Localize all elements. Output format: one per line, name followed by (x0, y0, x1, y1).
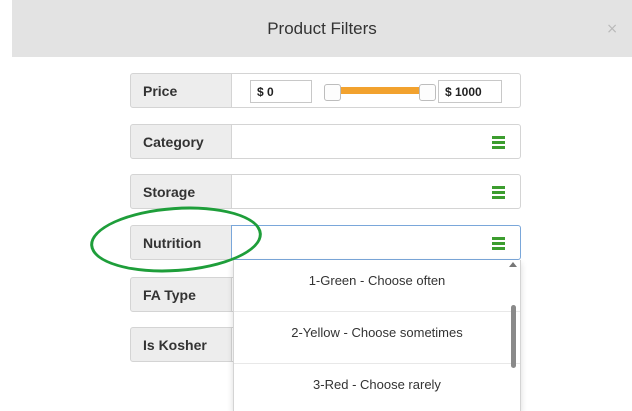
storage-label: Storage (130, 174, 232, 209)
dropdown-option-red[interactable]: 3-Red - Choose rarely (234, 364, 520, 411)
price-slider-min-handle[interactable] (324, 84, 341, 101)
scroll-up-arrow-icon[interactable] (509, 262, 517, 267)
price-range-control: $ 0 $ 1000 (231, 73, 521, 108)
category-select[interactable] (231, 124, 521, 159)
hamburger-menu-icon[interactable] (492, 237, 505, 252)
price-slider-max-handle[interactable] (419, 84, 436, 101)
hamburger-menu-icon[interactable] (492, 136, 505, 151)
fa-type-label: FA Type (130, 277, 232, 312)
dropdown-option-yellow[interactable]: 2-Yellow - Choose sometimes (234, 312, 520, 364)
category-label: Category (130, 124, 232, 159)
price-slider-fill (334, 87, 428, 94)
scrollbar-thumb[interactable] (511, 305, 516, 368)
dropdown-option-green[interactable]: 1-Green - Choose often (234, 260, 520, 312)
modal-title: Product Filters (267, 19, 377, 38)
nutrition-label: Nutrition (130, 225, 232, 260)
price-label: Price (130, 73, 232, 108)
price-slider[interactable] (324, 84, 436, 101)
price-max-input[interactable]: $ 1000 (438, 80, 502, 103)
close-icon[interactable]: × (606, 21, 618, 37)
nutrition-dropdown-list[interactable]: 1-Green - Choose often 2-Yellow - Choose… (233, 260, 521, 411)
price-min-input[interactable]: $ 0 (250, 80, 312, 103)
is-kosher-label: Is Kosher (130, 327, 232, 362)
storage-select[interactable] (231, 174, 521, 209)
modal-header: Product Filters × (12, 0, 632, 57)
dropdown-scrollbar[interactable] (509, 260, 518, 411)
hamburger-menu-icon[interactable] (492, 186, 505, 201)
nutrition-select[interactable] (231, 225, 521, 260)
